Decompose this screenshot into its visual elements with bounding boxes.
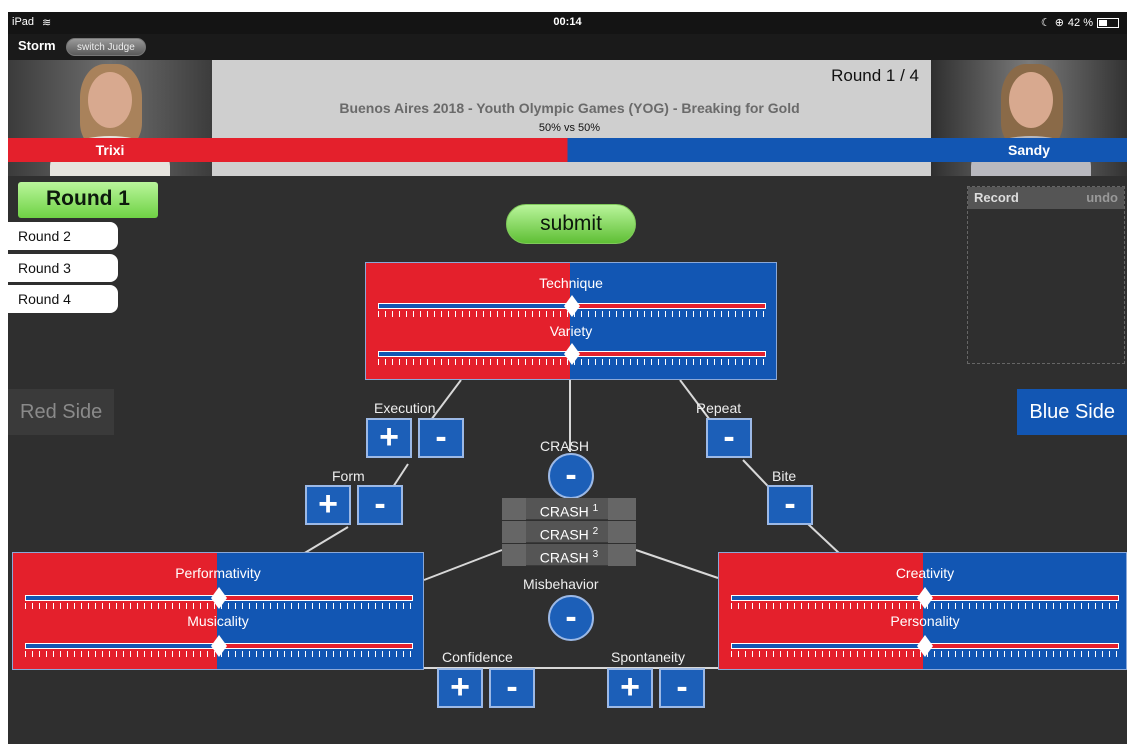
track-blue: [378, 351, 572, 357]
crash-row-label: CRASH: [539, 549, 589, 566]
track-blue: [731, 595, 925, 601]
crash-minus-button[interactable]: -: [548, 453, 594, 499]
repeat-label: Repeat: [696, 400, 742, 416]
musicality-label: Musicality: [187, 613, 249, 629]
technique-label: Technique: [539, 275, 603, 291]
bite-label: Bite: [772, 468, 797, 484]
technique-panel: Technique Variety: [365, 262, 777, 380]
form-label: Form: [332, 468, 365, 484]
spontaneity-minus-button[interactable]: -: [659, 668, 705, 708]
variety-label: Variety: [549, 323, 593, 339]
crash-cell-right: [608, 544, 636, 566]
crash-cell-left: [502, 521, 526, 543]
execution-plus-button[interactable]: +: [366, 418, 412, 458]
creativity-thumb[interactable]: [917, 587, 933, 609]
bite-minus-button[interactable]: -: [767, 485, 813, 525]
confidence-label: Confidence: [442, 649, 513, 665]
track-blue: [378, 303, 572, 309]
musicality-thumb[interactable]: [211, 635, 227, 657]
variety-thumb[interactable]: [564, 343, 580, 365]
repeat-minus-button[interactable]: -: [706, 418, 752, 458]
crash-cell-left: [502, 544, 526, 566]
crash-cell-right: [608, 498, 636, 520]
track-red: [219, 643, 413, 649]
track-red: [925, 595, 1119, 601]
creativity-label: Creativity: [895, 565, 955, 581]
execution-label: Execution: [374, 400, 436, 416]
track-red: [219, 595, 413, 601]
crash-cell-right: [608, 521, 636, 543]
track-blue: [25, 643, 219, 649]
crash-row-2[interactable]: CRASH 2: [502, 521, 636, 543]
track-red: [572, 303, 766, 309]
crash-cell-left: [502, 498, 526, 520]
form-plus-button[interactable]: +: [305, 485, 351, 525]
crash-row-number: 1: [592, 503, 599, 514]
track-blue: [731, 643, 925, 649]
performativity-thumb[interactable]: [211, 587, 227, 609]
track-blue: [25, 595, 219, 601]
app-screen: iPad ≋ 00:14 ☾ ⊕ 42 % Storm switch Judge…: [8, 12, 1127, 744]
misbehavior-minus-button[interactable]: -: [548, 595, 594, 641]
track-red: [925, 643, 1119, 649]
spontaneity-label: Spontaneity: [611, 649, 685, 665]
crash-label: CRASH: [540, 438, 590, 454]
performativity-label: Performativity: [175, 565, 261, 581]
track-red: [572, 351, 766, 357]
crash-row-3[interactable]: CRASH 3: [502, 544, 636, 566]
misbehavior-label: Misbehavior: [523, 576, 599, 592]
personality-label: Personality: [890, 613, 960, 629]
crash-row-label: CRASH: [539, 526, 589, 543]
confidence-plus-button[interactable]: +: [437, 668, 483, 708]
creativity-panel: Creativity Personality: [718, 552, 1127, 670]
crash-row-label: CRASH: [539, 503, 589, 520]
execution-minus-button[interactable]: -: [418, 418, 464, 458]
technique-thumb[interactable]: [564, 295, 580, 317]
form-minus-button[interactable]: -: [357, 485, 403, 525]
crash-row-number: 2: [592, 526, 599, 537]
personality-thumb[interactable]: [917, 635, 933, 657]
crash-row-1[interactable]: CRASH 1: [502, 498, 636, 520]
performativity-panel: Performativity Musicality: [12, 552, 424, 670]
spontaneity-plus-button[interactable]: +: [607, 668, 653, 708]
confidence-minus-button[interactable]: -: [489, 668, 535, 708]
crash-row-number: 3: [592, 549, 599, 560]
